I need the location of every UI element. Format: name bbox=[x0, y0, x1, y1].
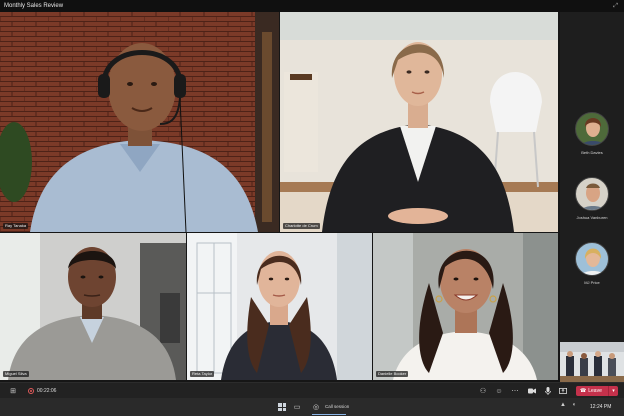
window-title: Monthly Sales Review bbox=[4, 3, 64, 9]
video-feed bbox=[187, 233, 372, 380]
title-bar: Monthly Sales Review ⤢ bbox=[0, 0, 624, 12]
recording-icon bbox=[28, 388, 34, 394]
video-tile-danielle[interactable]: Danielle Booker bbox=[373, 233, 558, 380]
task-view-icon[interactable]: ▭ bbox=[292, 402, 302, 412]
video-tile-miguel[interactable]: Miguel Silva bbox=[0, 233, 186, 380]
reactions-icon[interactable]: ☺ bbox=[494, 386, 504, 396]
phone-hangup-icon: ☎ bbox=[580, 388, 587, 394]
roster-name: MJ Price bbox=[584, 280, 600, 285]
camera-icon[interactable] bbox=[527, 386, 537, 396]
chevron-down-icon[interactable]: ▾ bbox=[608, 386, 618, 396]
windows-taskbar: ▭ ◎ Call session ▲ ◖ 12:24 PM bbox=[0, 398, 624, 416]
microphone-icon[interactable] bbox=[543, 386, 553, 396]
teams-meeting-window: Monthly Sales Review ⤢ Ray Tanaka Charlo… bbox=[0, 0, 624, 416]
room-video-thumbnail[interactable] bbox=[560, 342, 624, 382]
call-app-icon[interactable]: ◎ bbox=[311, 402, 321, 412]
meeting-control-bar: ⊞ 00:22:06 ⚇ ☺ ⋯ ☎ Leave ▾ bbox=[0, 382, 624, 398]
share-screen-icon[interactable] bbox=[558, 386, 568, 396]
participant-roster: Beth Davies Joshua Vanburen MJ Price bbox=[560, 12, 624, 382]
participant-name: Danielle Booker bbox=[376, 371, 409, 377]
grid-icon[interactable]: ⊞ bbox=[8, 386, 18, 396]
windows-start-icon[interactable] bbox=[278, 403, 286, 411]
more-options-icon[interactable]: ⋯ bbox=[510, 386, 520, 396]
video-tile-ray[interactable]: Ray Tanaka bbox=[0, 12, 279, 232]
video-feed bbox=[0, 233, 186, 380]
expand-icon[interactable]: ⤢ bbox=[613, 1, 618, 11]
avatar bbox=[575, 177, 609, 211]
meeting-timer: 00:22:06 bbox=[37, 388, 57, 394]
video-feed bbox=[0, 12, 279, 232]
roster-item[interactable]: Joshua Vanburen bbox=[560, 177, 624, 221]
roster-name: Beth Davies bbox=[581, 150, 603, 155]
avatar bbox=[575, 242, 609, 276]
roster-item[interactable]: Beth Davies bbox=[560, 112, 624, 156]
leave-label: Leave bbox=[588, 388, 602, 394]
video-feed bbox=[373, 233, 558, 380]
participant-name: Reta Taylor bbox=[190, 371, 215, 377]
participant-name: Ray Tanaka bbox=[3, 223, 29, 229]
network-icon[interactable]: ▲ bbox=[560, 402, 566, 408]
video-tile-reta[interactable]: Reta Taylor bbox=[187, 233, 372, 380]
leave-button[interactable]: ☎ Leave ▾ bbox=[576, 386, 618, 396]
system-clock[interactable]: 12:24 PM bbox=[590, 403, 611, 411]
participant-name: Charlotte de Crum bbox=[283, 223, 320, 229]
participants-icon[interactable]: ⚇ bbox=[478, 386, 488, 396]
volume-icon[interactable]: ◖ bbox=[572, 402, 576, 408]
roster-name: Joshua Vanburen bbox=[576, 215, 608, 220]
taskbar-app-label[interactable]: Call session bbox=[325, 403, 349, 411]
video-feed bbox=[280, 12, 558, 232]
video-tile-charlotte[interactable]: Charlotte de Crum bbox=[280, 12, 558, 232]
active-app-indicator bbox=[312, 414, 346, 415]
participant-name: Miguel Silva bbox=[3, 371, 29, 377]
roster-item[interactable]: MJ Price bbox=[560, 242, 624, 286]
avatar bbox=[575, 112, 609, 146]
